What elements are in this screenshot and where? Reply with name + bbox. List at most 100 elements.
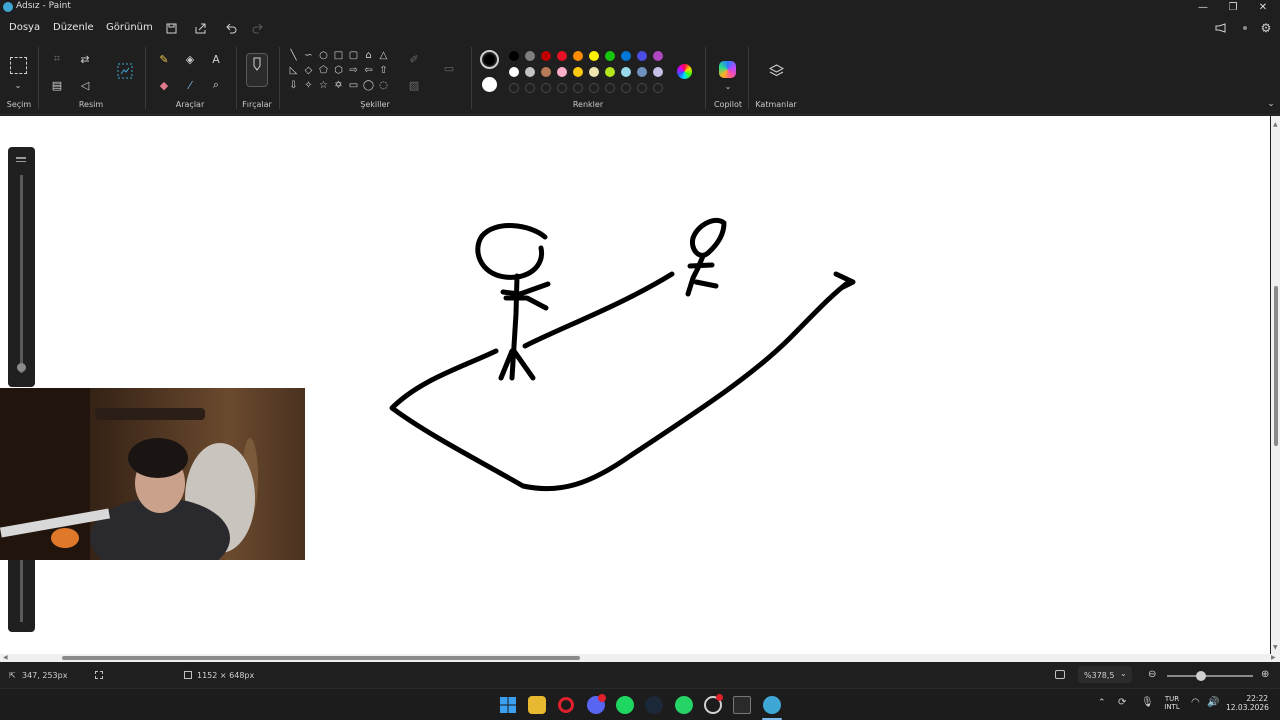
- announcement-icon[interactable]: [1214, 21, 1228, 35]
- chevron-down-icon[interactable]: ⌄: [719, 77, 737, 95]
- left-arrow-shape-icon[interactable]: ⇦: [362, 64, 375, 77]
- palette-swatch[interactable]: [541, 51, 551, 61]
- up-arrow-shape-icon[interactable]: ⇧: [377, 64, 390, 77]
- palette-swatch[interactable]: [589, 51, 599, 61]
- windows-start-icon[interactable]: [499, 696, 517, 714]
- scroll-right-icon[interactable]: ▶: [1271, 654, 1276, 661]
- diamond-shape-icon[interactable]: ◇: [302, 64, 315, 77]
- scroll-up-icon[interactable]: ▲: [1273, 121, 1278, 128]
- custom-color-slot[interactable]: [637, 83, 647, 93]
- settings-gear-icon[interactable]: ⚙: [1259, 21, 1273, 35]
- zoom-dropdown[interactable]: %378,5 ⌄: [1078, 666, 1132, 683]
- triangle-shape-icon[interactable]: △: [377, 49, 390, 62]
- rectangle-shape-icon[interactable]: □: [332, 49, 345, 62]
- palette-swatch[interactable]: [653, 51, 663, 61]
- scroll-left-icon[interactable]: ◀: [3, 654, 8, 661]
- magnifier-icon[interactable]: ⌕: [207, 76, 225, 94]
- spotify-icon[interactable]: [616, 696, 634, 714]
- curve-shape-icon[interactable]: ∽: [302, 49, 315, 62]
- file-explorer-icon[interactable]: [528, 696, 546, 714]
- down-arrow-shape-icon[interactable]: ⇩: [287, 79, 300, 92]
- opera-icon[interactable]: [558, 697, 574, 713]
- horizontal-scrollbar[interactable]: ◀ ▶: [0, 654, 1280, 662]
- custom-color-slot[interactable]: [589, 83, 599, 93]
- palette-swatch[interactable]: [557, 67, 567, 77]
- fill-bucket-icon[interactable]: ◈: [181, 50, 199, 68]
- color-picker-icon[interactable]: ⁄: [181, 76, 199, 94]
- callout-rect-shape-icon[interactable]: ▭: [347, 79, 360, 92]
- text-tool-icon[interactable]: A: [207, 50, 225, 68]
- restore-button[interactable]: ❐: [1218, 0, 1248, 15]
- whatsapp-icon[interactable]: [675, 696, 693, 714]
- palette-swatch[interactable]: [509, 67, 519, 77]
- six-point-star-shape-icon[interactable]: ✡: [332, 79, 345, 92]
- zoom-slider-thumb[interactable]: [1196, 671, 1206, 681]
- palette-swatch[interactable]: [525, 51, 535, 61]
- rotate-icon[interactable]: ◁: [76, 76, 94, 94]
- palette-swatch[interactable]: [637, 67, 647, 77]
- vertical-scrollbar[interactable]: ▲ ▼: [1271, 116, 1280, 654]
- palette-swatch[interactable]: [573, 67, 583, 77]
- palette-swatch[interactable]: [541, 67, 551, 77]
- custom-color-slot[interactable]: [653, 83, 663, 93]
- fill-icon[interactable]: ▨: [405, 76, 423, 94]
- chevron-down-icon[interactable]: ⌄: [9, 76, 27, 94]
- fit-to-window-icon[interactable]: [1055, 670, 1065, 679]
- custom-color-slot[interactable]: [541, 83, 551, 93]
- pencil-icon[interactable]: ✎: [155, 50, 173, 68]
- zoom-in-icon[interactable]: ⊕: [1261, 669, 1269, 680]
- line-shape-icon[interactable]: ╲: [287, 49, 300, 62]
- sync-icon[interactable]: ⟳: [1118, 697, 1126, 708]
- microphone-icon[interactable]: 🎙: [1141, 697, 1154, 708]
- menu-edit[interactable]: Düzenle: [53, 22, 94, 33]
- palette-swatch[interactable]: [573, 51, 583, 61]
- palette-swatch[interactable]: [589, 67, 599, 77]
- epic-games-icon[interactable]: [733, 696, 751, 714]
- palette-swatch[interactable]: [605, 67, 615, 77]
- custom-color-slot[interactable]: [525, 83, 535, 93]
- outline-icon[interactable]: ✐: [405, 50, 423, 68]
- shape-size-icon[interactable]: ▭: [440, 59, 458, 77]
- zoom-out-icon[interactable]: ⊖: [1148, 669, 1156, 680]
- volume-icon[interactable]: 🔊: [1207, 697, 1219, 708]
- minimize-button[interactable]: —: [1188, 0, 1218, 15]
- custom-color-slot[interactable]: [605, 83, 615, 93]
- palette-swatch[interactable]: [653, 67, 663, 77]
- four-point-star-shape-icon[interactable]: ✧: [302, 79, 315, 92]
- redo-icon[interactable]: [251, 21, 265, 35]
- edit-colors-icon[interactable]: [677, 64, 692, 79]
- vertical-scroll-thumb[interactable]: [1274, 286, 1278, 446]
- drawing-canvas[interactable]: [0, 116, 1270, 654]
- hexagon-shape-icon[interactable]: ⬡: [332, 64, 345, 77]
- resize-icon[interactable]: ⇄: [76, 50, 94, 68]
- brushes-button[interactable]: [246, 53, 268, 87]
- scroll-down-icon[interactable]: ▼: [1273, 644, 1278, 651]
- right-triangle-shape-icon[interactable]: ◺: [287, 64, 300, 77]
- palette-swatch[interactable]: [621, 67, 631, 77]
- secondary-color-button[interactable]: [482, 77, 497, 92]
- custom-color-slot[interactable]: [621, 83, 631, 93]
- close-button[interactable]: ✕: [1248, 0, 1278, 15]
- callout-oval-shape-icon[interactable]: ◯: [362, 79, 375, 92]
- palette-swatch[interactable]: [525, 67, 535, 77]
- palette-swatch[interactable]: [605, 51, 615, 61]
- wifi-icon[interactable]: ◠: [1191, 697, 1200, 708]
- horizontal-scroll-thumb[interactable]: [62, 656, 580, 660]
- primary-color-button[interactable]: [480, 50, 499, 69]
- clock[interactable]: 22:22 12.03.2026: [1226, 694, 1269, 712]
- menu-view[interactable]: Görünüm: [106, 22, 153, 33]
- copilot-icon[interactable]: [719, 61, 736, 78]
- pentagon-shape-icon[interactable]: ⬠: [317, 64, 330, 77]
- undo-icon[interactable]: [224, 21, 238, 35]
- brush-size-thumb[interactable]: [17, 363, 26, 372]
- image-creator-icon[interactable]: ▤: [48, 76, 66, 94]
- custom-color-slot[interactable]: [573, 83, 583, 93]
- palette-swatch[interactable]: [637, 51, 647, 61]
- polygon-shape-icon[interactable]: ⌂: [362, 49, 375, 62]
- opacity-track[interactable]: [20, 560, 23, 622]
- layers-icon[interactable]: [767, 62, 785, 80]
- custom-color-slot[interactable]: [557, 83, 567, 93]
- show-hidden-icons-icon[interactable]: ⌃: [1098, 698, 1106, 708]
- rounded-rectangle-shape-icon[interactable]: ▢: [347, 49, 360, 62]
- palette-swatch[interactable]: [621, 51, 631, 61]
